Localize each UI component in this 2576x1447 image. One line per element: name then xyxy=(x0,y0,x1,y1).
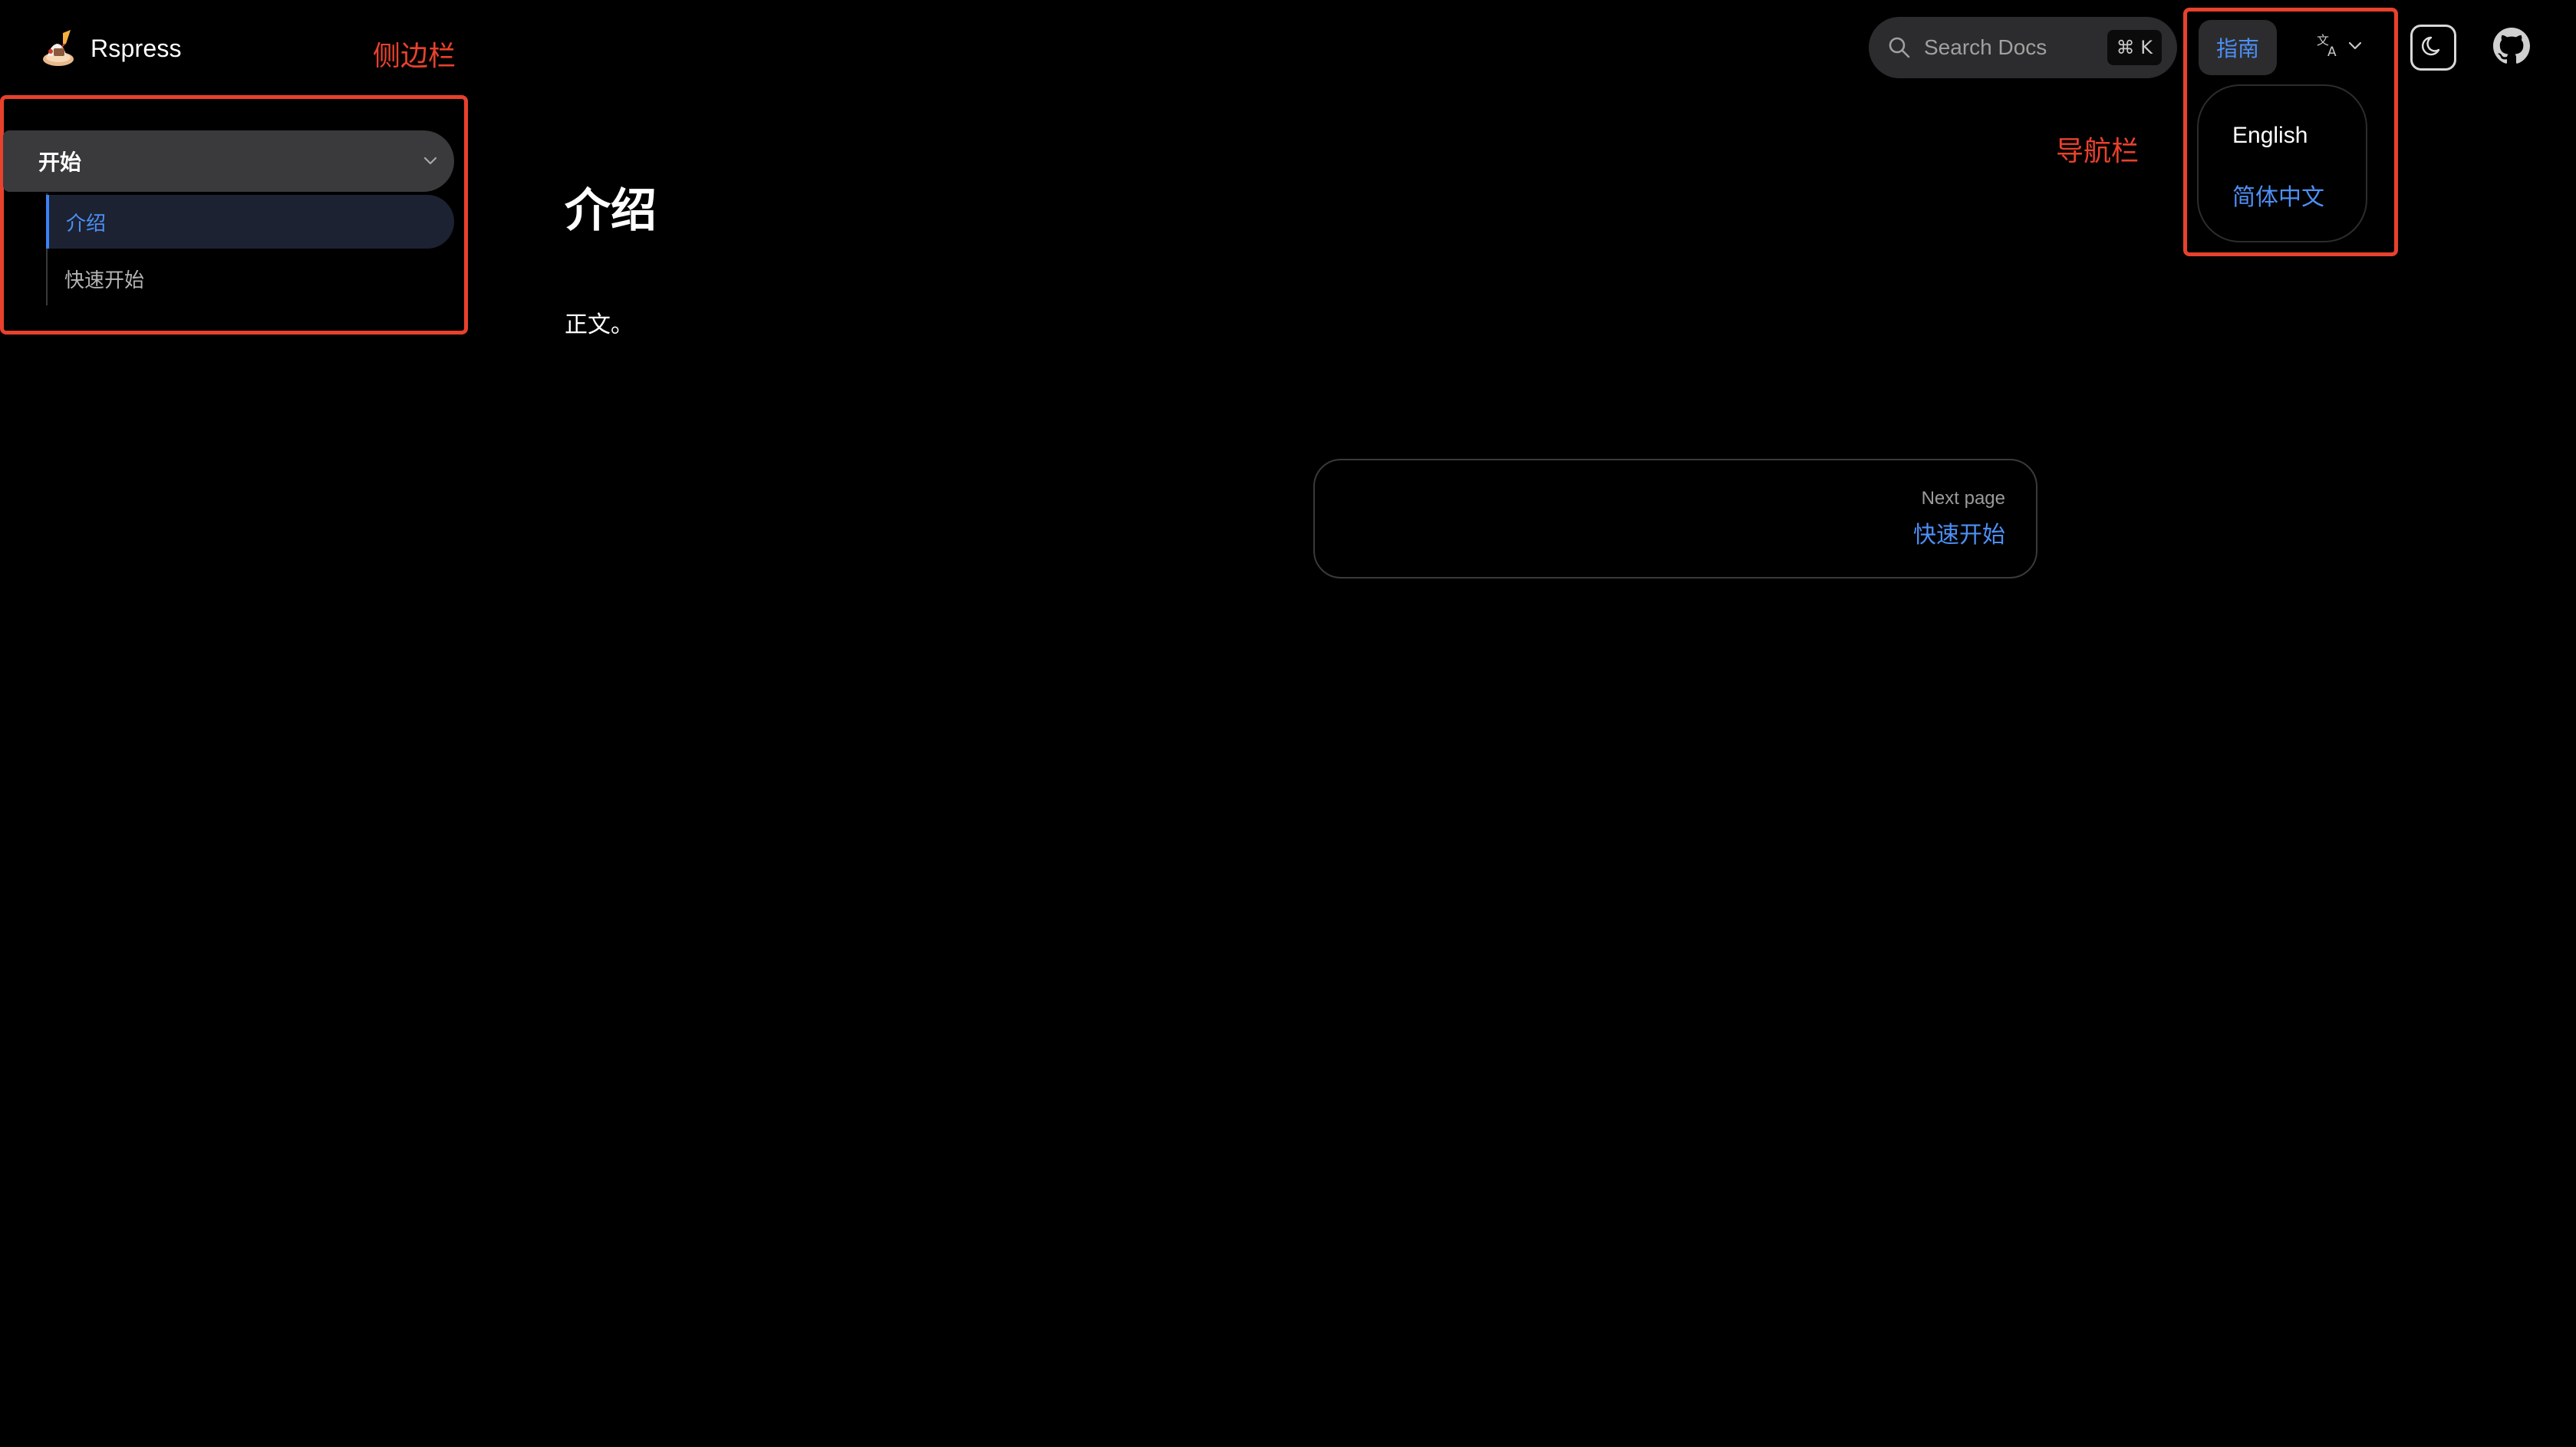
sidebar-group-start[interactable]: 开始 xyxy=(3,130,454,192)
page-title: 介绍 xyxy=(565,184,657,238)
chevron-down-icon xyxy=(422,153,439,170)
next-page-card[interactable]: Next page 快速开始 xyxy=(1313,459,2037,578)
language-switcher[interactable]: 文 A xyxy=(2309,26,2369,69)
navbar-annotation-label: 导航栏 xyxy=(2056,136,2140,167)
language-dropdown: English 简体中文 xyxy=(2197,84,2367,242)
github-icon xyxy=(2493,27,2530,68)
nav-item-guide[interactable]: 指南 xyxy=(2199,20,2277,75)
rspress-logo-icon xyxy=(43,30,74,66)
language-option-english[interactable]: English xyxy=(2232,123,2308,149)
search-button[interactable]: Search Docs ⌘ K xyxy=(1869,17,2177,78)
moon-icon xyxy=(2420,33,2446,63)
translate-icon: 文 A xyxy=(2316,32,2345,64)
body-text: 正文。 xyxy=(565,311,634,338)
next-page-title[interactable]: 快速开始 xyxy=(1913,516,2005,549)
brand-link[interactable]: Rspress xyxy=(40,26,182,71)
search-icon xyxy=(1886,34,1913,61)
sidebar-annotation-label: 侧边栏 xyxy=(373,41,456,72)
sidebar-group-title: 开始 xyxy=(38,150,82,175)
sidebar-item-introduction[interactable]: 介绍 xyxy=(46,195,454,249)
next-page-label: Next page xyxy=(1921,488,2005,509)
language-option-chinese[interactable]: 简体中文 xyxy=(2232,178,2324,212)
theme-toggle-button[interactable] xyxy=(2410,25,2456,71)
chevron-down-icon xyxy=(2348,41,2362,54)
svg-text:A: A xyxy=(2327,44,2337,60)
search-shortcut-hint: ⌘ K xyxy=(2107,30,2162,65)
github-link[interactable] xyxy=(2489,25,2535,71)
search-placeholder: Search Docs xyxy=(1924,35,2047,59)
page: Rspress 侧边栏 导航栏 开始 介绍 快速开始 介绍 正文。 Next p… xyxy=(0,0,2576,1447)
sidebar-item-quick-start[interactable]: 快速开始 xyxy=(46,252,454,305)
brand-name: Rspress xyxy=(91,34,182,62)
